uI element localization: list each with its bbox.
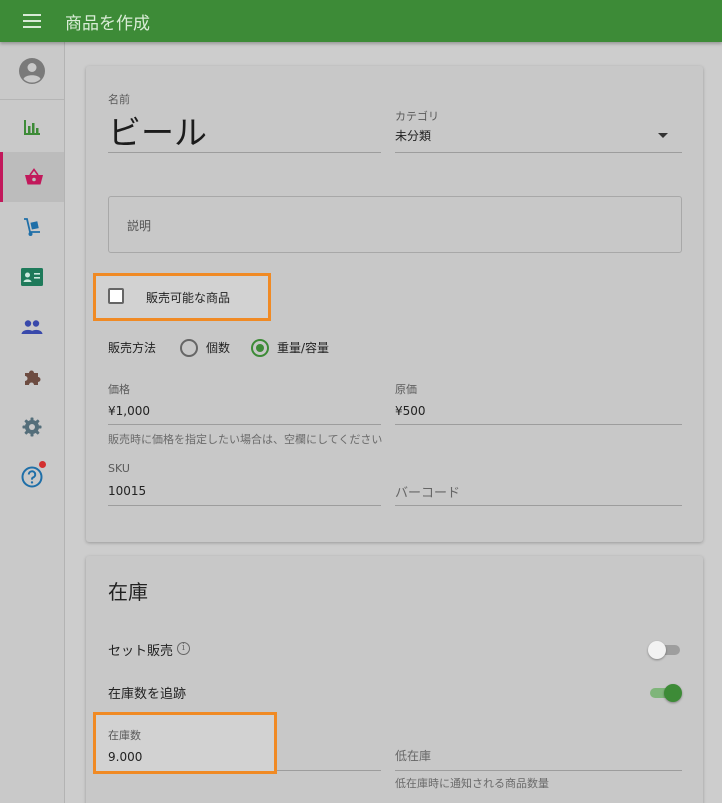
description-placeholder: 説明 [127, 219, 152, 233]
low-stock-input[interactable]: 低在庫 [395, 747, 431, 764]
sidebar-divider [0, 99, 64, 100]
sellable-checkbox[interactable] [108, 288, 124, 304]
sold-by-label: 販売方法 [108, 341, 157, 355]
low-stock-underline [395, 770, 682, 771]
price-input[interactable]: ¥1,000 [108, 404, 150, 418]
sidebar-item-customers[interactable] [0, 252, 64, 302]
sku-label: SKU [108, 462, 130, 475]
price-hint: 販売時に価格を指定したい場合は、空欄にしてください [108, 433, 383, 446]
in-stock-input[interactable]: 9.000 [108, 750, 142, 764]
sidebar-item-employees[interactable] [0, 302, 64, 352]
sidebar-item-settings[interactable] [0, 402, 64, 452]
sidebar-item-products[interactable] [0, 152, 64, 202]
sellable-label: 販売可能な商品 [146, 291, 231, 305]
category-select[interactable]: 未分類 [395, 127, 431, 144]
info-icon[interactable]: i [177, 642, 190, 655]
cost-input[interactable]: ¥500 [395, 404, 426, 418]
page-title: 商品を作成 [65, 14, 150, 34]
sidebar-item-addons[interactable] [0, 352, 64, 402]
app-bar: 商品を作成 [0, 0, 722, 42]
help-circle-icon [21, 466, 43, 488]
low-stock-hint: 低在庫時に通知される商品数量 [395, 777, 549, 790]
sku-underline [108, 505, 381, 506]
barcode-input[interactable]: バーコード [395, 482, 460, 501]
track-stock-toggle[interactable] [648, 683, 682, 703]
puzzle-icon [25, 370, 41, 385]
price-underline [108, 424, 381, 425]
sidebar [0, 42, 65, 803]
category-label: カテゴリ [395, 110, 439, 123]
category-underline [395, 152, 682, 153]
inventory-title: 在庫 [108, 580, 148, 604]
sold-by-each-label: 個数 [206, 341, 231, 355]
cost-underline [395, 424, 682, 425]
hamburger-menu-icon[interactable] [23, 14, 41, 28]
composite-item-label: セット販売 [108, 644, 174, 659]
people-icon [21, 320, 43, 334]
basket-icon [24, 168, 43, 185]
barcode-underline [395, 505, 682, 506]
sidebar-item-help[interactable] [0, 452, 64, 502]
sellable-highlight: 販売可能な商品 [93, 273, 271, 321]
gear-icon [22, 417, 42, 437]
sold-by-weight-radio[interactable] [251, 339, 269, 357]
account-circle-icon [19, 58, 45, 84]
name-underline [108, 152, 381, 153]
price-label: 価格 [108, 383, 130, 396]
sold-by-each-radio[interactable] [180, 339, 198, 357]
hand-truck-icon [24, 218, 40, 236]
name-label: 名前 [108, 93, 130, 106]
description-field[interactable]: 説明 [108, 196, 682, 253]
name-input[interactable]: ビール [108, 106, 207, 154]
cost-label: 原価 [395, 383, 417, 396]
sidebar-item-reports[interactable] [0, 102, 64, 152]
chevron-down-icon[interactable] [658, 133, 668, 138]
sku-input[interactable]: 10015 [108, 484, 146, 498]
sold-by-weight-label: 重量/容量 [277, 341, 330, 355]
track-stock-label: 在庫数を追跡 [108, 687, 187, 702]
bar-chart-icon [24, 120, 40, 135]
composite-item-toggle[interactable] [648, 640, 682, 660]
in-stock-highlight: 在庫数 9.000 [93, 712, 277, 774]
in-stock-label: 在庫数 [108, 729, 141, 742]
contact-card-icon [21, 268, 43, 286]
sidebar-item-inventory[interactable] [0, 202, 64, 252]
sidebar-item-account[interactable] [0, 46, 64, 96]
notification-badge [39, 461, 46, 468]
